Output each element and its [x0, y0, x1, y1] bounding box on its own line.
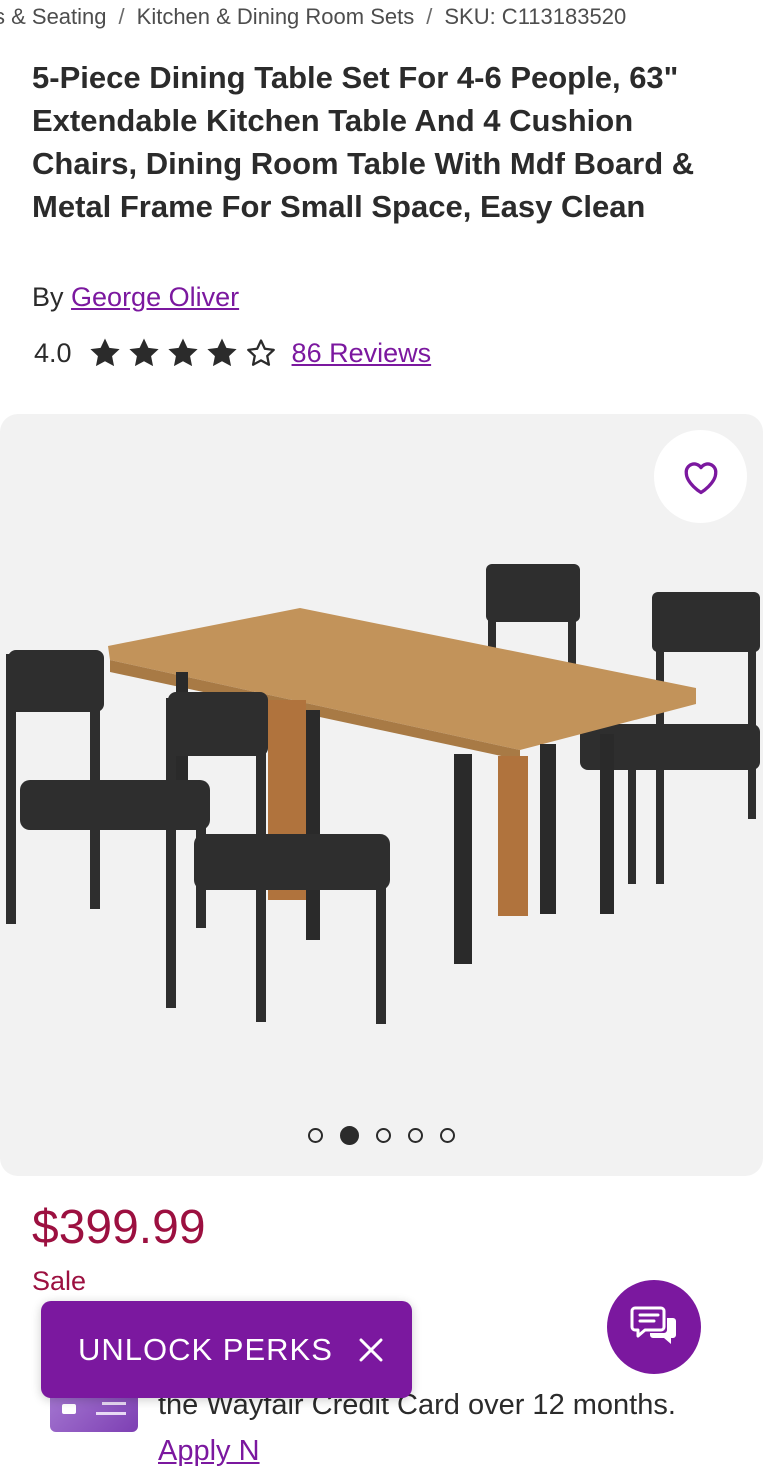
- product-image: [6, 564, 760, 1024]
- breadcrumb-separator: /: [426, 4, 433, 29]
- unlock-perks-button[interactable]: UNLOCK PERKS: [78, 1332, 333, 1368]
- breadcrumb-item-sku: SKU: C113183520: [444, 4, 627, 29]
- star-filled-icon: [128, 338, 159, 367]
- rating-value: 4.0: [34, 337, 72, 368]
- star-filled-icon: [206, 338, 237, 367]
- star-filled-icon: [167, 338, 198, 367]
- breadcrumb-item-kitchen-dining-sets[interactable]: Kitchen & Dining Room Sets: [137, 4, 415, 29]
- star-rating: [88, 336, 278, 370]
- by-label: By: [32, 282, 64, 312]
- carousel-indicator: [0, 1126, 763, 1145]
- close-icon[interactable]: [356, 1335, 386, 1365]
- star-empty-icon: [246, 339, 275, 366]
- price: $399.99: [32, 1201, 206, 1254]
- product-title: 5-Piece Dining Table Set For 4-6 People,…: [32, 60, 695, 224]
- carousel-dot[interactable]: [376, 1128, 391, 1143]
- breadcrumb-item-seating[interactable]: s & Seating: [0, 4, 107, 29]
- favorite-button[interactable]: [654, 430, 747, 523]
- sale-label: Sale: [32, 1266, 87, 1296]
- brand-link[interactable]: George Oliver: [71, 282, 239, 312]
- carousel-dot[interactable]: [340, 1126, 359, 1145]
- reviews-link[interactable]: 86 Reviews: [292, 338, 432, 369]
- chat-bubbles-icon: [630, 1306, 676, 1344]
- rating-row: 4.0 86 Reviews: [34, 336, 431, 370]
- chat-button[interactable]: [607, 1280, 701, 1374]
- heart-outline-icon: [684, 461, 717, 494]
- apply-now-link[interactable]: Apply N: [158, 1428, 758, 1474]
- product-image-gallery[interactable]: [0, 414, 763, 1176]
- unlock-perks-banner: UNLOCK PERKS: [41, 1301, 412, 1398]
- breadcrumb-separator: /: [118, 4, 125, 29]
- carousel-dot[interactable]: [440, 1128, 455, 1143]
- star-filled-icon: [89, 338, 120, 367]
- breadcrumb: s & Seating / Kitchen & Dining Room Sets / S…: [0, 4, 626, 30]
- carousel-dot[interactable]: [408, 1128, 423, 1143]
- carousel-dot[interactable]: [308, 1128, 323, 1143]
- byline: By George Oliver: [32, 282, 239, 313]
